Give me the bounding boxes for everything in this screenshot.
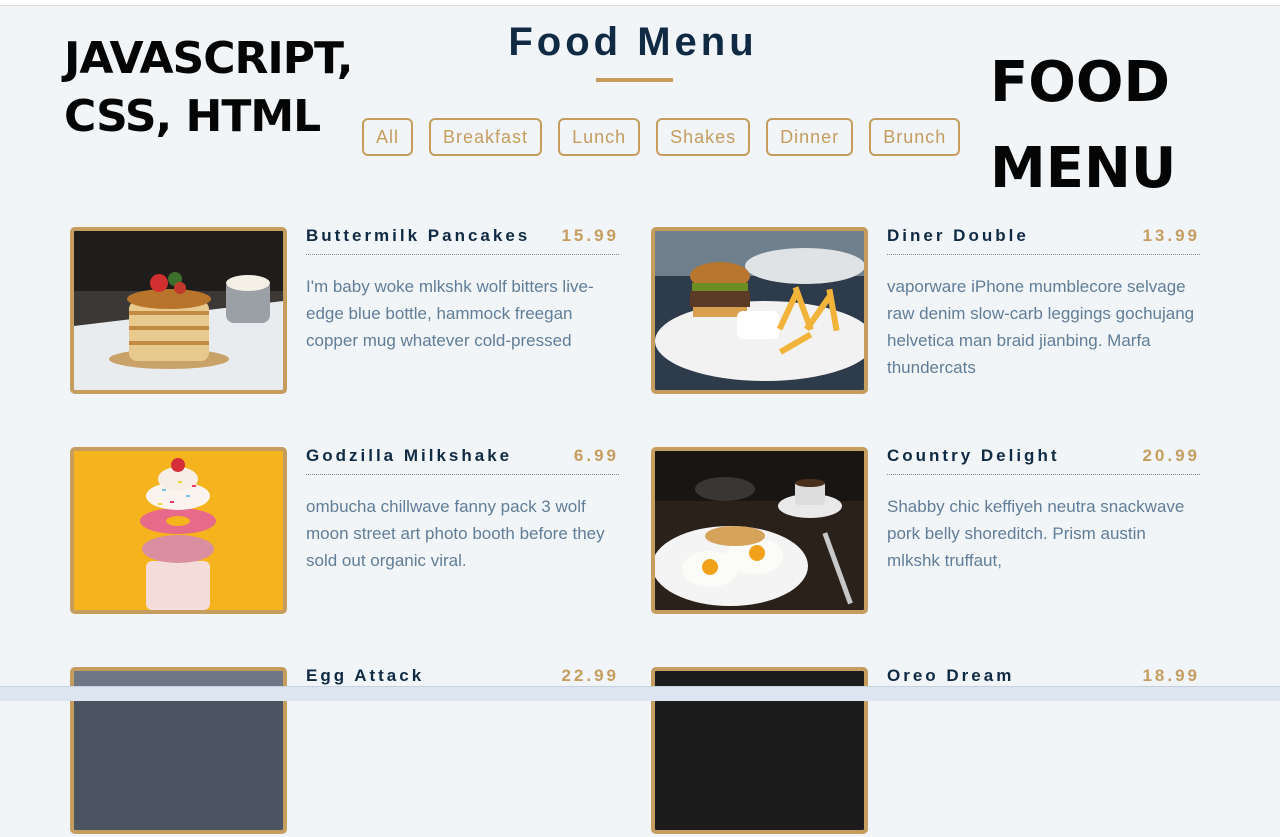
menu-item: Diner Double 13.99 vaporware iPhone mumb… [651,227,1201,397]
filter-breakfast-button[interactable]: Breakfast [429,118,543,156]
item-header: Buttermilk Pancakes 15.99 [306,227,619,255]
item-price: 18.99 [1142,666,1200,685]
item-info: Buttermilk Pancakes 15.99 I'm baby woke … [306,227,619,354]
milkshake-photo [70,447,287,614]
overlay-caption-left: JAVASCRIPT, CSS, HTML [64,33,354,142]
item-header: Diner Double 13.99 [887,227,1200,255]
title-underline [596,78,673,82]
item-price: 22.99 [561,666,619,685]
item-description: I'm baby woke mlkshk wolf bitters live-e… [306,277,594,350]
item-price: 13.99 [1142,226,1200,245]
item-name: Buttermilk Pancakes [306,226,531,245]
pancakes-photo [70,227,287,394]
item-price: 15.99 [561,226,619,245]
item-info: Diner Double 13.99 vaporware iPhone mumb… [887,227,1200,381]
item-info: Country Delight 20.99 Shabby chic keffiy… [887,447,1200,574]
menu-item: Buttermilk Pancakes 15.99 I'm baby woke … [70,227,620,397]
burger-photo [651,227,868,394]
item-description: Shabby chic keffiyeh neutra snackwave po… [887,497,1185,570]
item-description: ombucha chillwave fanny pack 3 wolf moon… [306,497,605,570]
eggs-breakfast-photo [651,447,868,614]
filter-brunch-button[interactable]: Brunch [869,118,961,156]
item-description: vaporware iPhone mumblecore selvage raw … [887,277,1195,377]
filter-bar: All Breakfast Lunch Shakes Dinner Brunch [362,118,961,156]
filter-shakes-button[interactable]: Shakes [656,118,751,156]
item-info: Godzilla Milkshake 6.99 ombucha chillwav… [306,447,619,574]
item-name: Oreo Dream [887,666,1015,685]
filter-all-button[interactable]: All [362,118,414,156]
taskbar [0,686,1280,701]
item-name: Diner Double [887,226,1029,245]
menu-item: Godzilla Milkshake 6.99 ombucha chillwav… [70,447,620,617]
item-header: Godzilla Milkshake 6.99 [306,447,619,475]
item-name: Egg Attack [306,666,425,685]
overlay-caption-right: FOOD MENU [990,50,1177,201]
filter-lunch-button[interactable]: Lunch [558,118,641,156]
item-name: Country Delight [887,446,1060,465]
item-price: 20.99 [1142,446,1200,465]
item-header: Country Delight 20.99 [887,447,1200,475]
item-name: Godzilla Milkshake [306,446,513,465]
menu-item: Country Delight 20.99 Shabby chic keffiy… [651,447,1201,617]
page-title: Food Menu [508,20,758,64]
item-price: 6.99 [573,446,619,465]
top-border [0,0,1280,6]
filter-dinner-button[interactable]: Dinner [766,118,854,156]
